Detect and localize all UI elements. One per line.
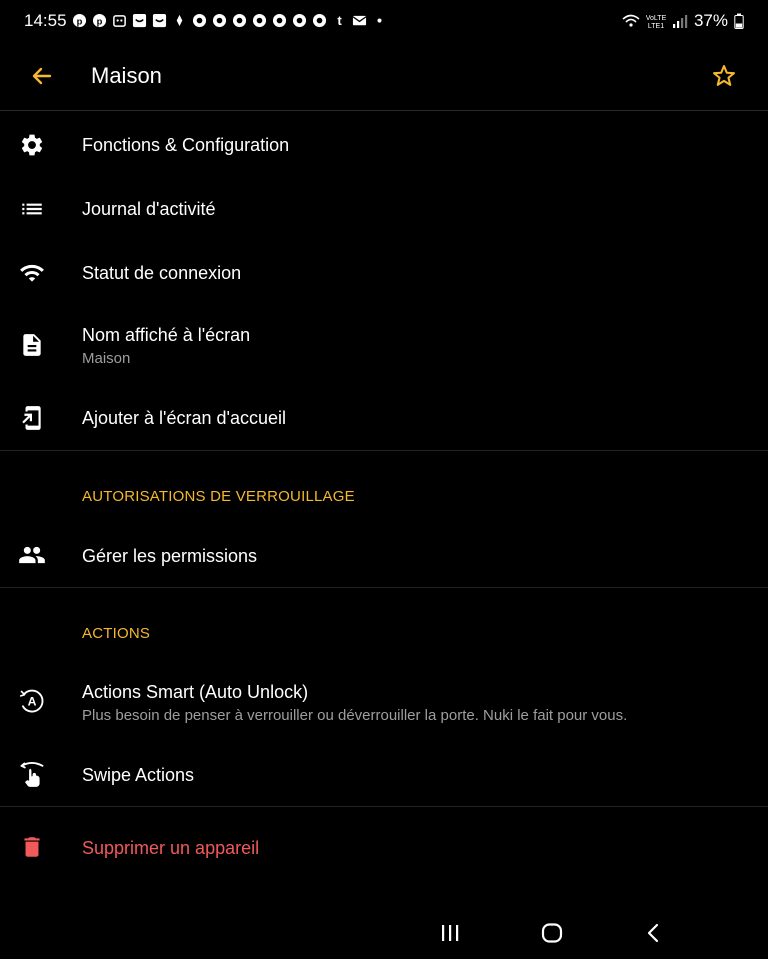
notification-icons: p p t [72,13,387,28]
menu-item-label: Journal d'activité [82,199,216,219]
home-icon [541,923,563,943]
gear-icon [18,131,46,159]
divider [0,587,768,588]
menu-item-manage-permissions[interactable]: Gérer les permissions [0,524,768,587]
status-time: 14:55 [24,11,67,30]
pinterest-icon: p [72,13,87,28]
list-icon [18,195,46,223]
menu-item-smart-actions[interactable]: A Actions Smart (Auto Unlock) Plus besoi… [0,661,768,743]
favorite-button[interactable] [704,56,744,96]
menu-item-label: Statut de connexion [82,263,242,283]
menu-item-activity-log[interactable]: Journal d'activité [0,177,768,241]
signal-icon [672,15,688,28]
section-header-lock-permissions: AUTORISATIONS DE VERROUILLAGE [82,488,355,505]
menu-item-label: Actions Smart (Auto Unlock) [82,682,309,702]
home-button[interactable] [530,911,574,955]
chevron-left-icon [647,923,659,943]
battery-icon [734,13,744,29]
svg-text:A: A [28,695,37,709]
delete-device-label: Supprimer un appareil [82,838,260,858]
divider [0,806,768,807]
chrome-icon [232,13,247,28]
back-nav-button[interactable] [632,911,676,955]
menu-item-swipe-actions[interactable]: Swipe Actions [0,743,768,806]
star-icon [713,65,735,86]
menu-item-connection-status[interactable]: Statut de connexion [0,241,768,305]
document-icon [18,331,46,359]
app-bar: Maison [0,42,768,111]
chrome-icon [272,13,287,28]
add-to-home-icon [18,404,46,432]
menu-item-add-home-screen[interactable]: Ajouter à l'écran d'accueil [0,387,768,449]
menu-item-label: Gérer les permissions [82,546,258,566]
recent-apps-button[interactable] [428,911,472,955]
svg-text:t: t [337,13,342,28]
menu-item-value: Maison [82,350,131,367]
wifi-icon [18,259,46,287]
chrome-icon [312,13,327,28]
volte-icon: VoLTELTE1 [646,15,666,29]
status-bar: 14:55 p p t VoLTE LTE1 37% [0,0,768,42]
wifi-calling-icon [622,14,640,27]
system-nav-bar [0,905,768,959]
menu-item-label: Nom affiché à l'écran [82,325,251,345]
svg-text:p: p [97,16,103,26]
chrome-icon [192,13,207,28]
arrow-left-icon [32,67,52,85]
tumblr-icon: t [337,13,342,28]
menu-item-functions[interactable]: Fonctions & Configuration [0,113,768,177]
menu-item-label: Swipe Actions [82,765,195,785]
app-icon [132,13,147,28]
pinterest-icon: p [92,13,107,28]
mail-icon [352,15,367,26]
menu-item-label: Ajouter à l'écran d'accueil [82,408,286,428]
trash-icon [18,833,46,861]
divider [0,450,768,451]
menu-item-display-name[interactable]: Nom affiché à l'écran Maison [0,305,768,387]
app-icon [113,15,126,27]
section-header-actions: ACTIONS [82,625,151,642]
chrome-icon [292,13,307,28]
page-title: Maison [91,63,162,88]
svg-text:LTE1: LTE1 [648,23,664,29]
dot-icon [377,18,382,23]
menu-item-description: Plus besoin de penser à verrouiller ou d… [82,707,628,724]
battery-percent: 37% [693,11,728,30]
app-icon [176,14,183,27]
recent-apps-icon [442,925,459,941]
back-button[interactable] [22,56,62,96]
svg-text:VoLTE: VoLTE [646,15,666,22]
chrome-icon [212,13,227,28]
svg-text:p: p [77,16,83,26]
auto-unlock-icon: A [18,687,46,715]
chrome-icon [252,13,267,28]
status-right: VoLTE LTE1 37% [622,11,744,31]
delete-device-button[interactable]: Supprimer un appareil [0,816,768,880]
menu-item-label: Fonctions & Configuration [82,135,290,155]
app-icon [152,13,167,28]
people-icon [18,541,46,569]
swipe-gesture-icon [18,760,46,788]
